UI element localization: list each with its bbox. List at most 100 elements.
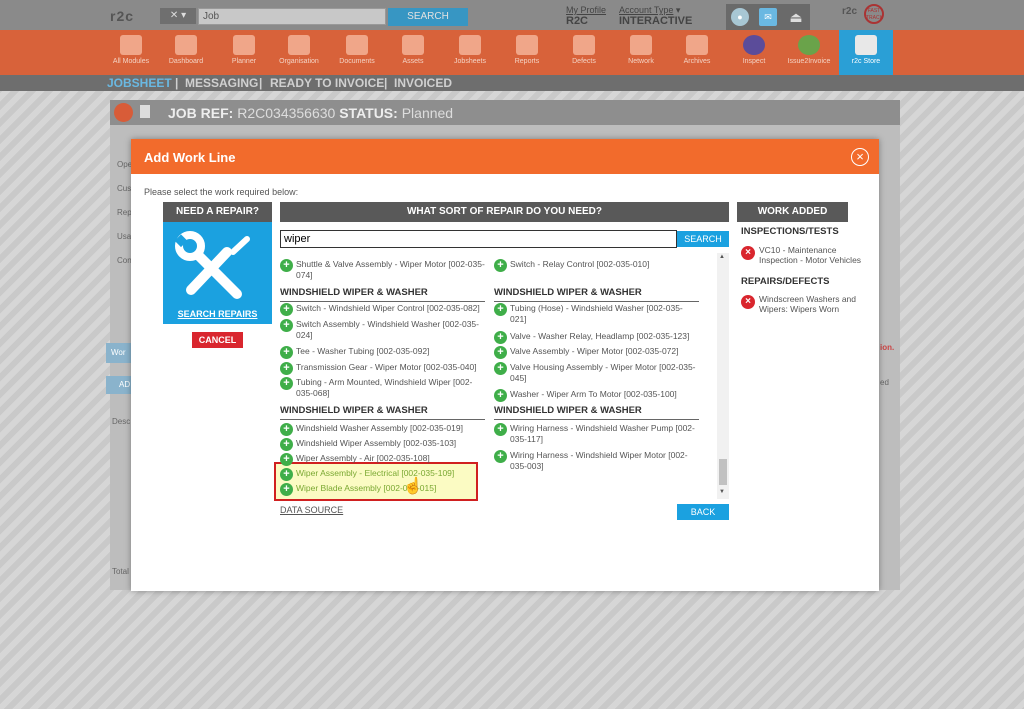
clipboard-icon bbox=[516, 35, 538, 55]
repair-result-item[interactable]: + Shuttle & Valve Assembly - Wiper Motor … bbox=[280, 259, 485, 281]
data-source-link[interactable]: DATA SOURCE bbox=[280, 505, 343, 515]
remove-icon[interactable]: × bbox=[741, 246, 755, 260]
repair-search-button[interactable]: SEARCH bbox=[677, 231, 729, 247]
add-icon[interactable]: + bbox=[494, 346, 507, 359]
fast-track-icon[interactable]: FAST TRACK bbox=[864, 4, 884, 24]
nav-jobsheet[interactable]: JOBSHEET bbox=[107, 75, 172, 91]
module-network[interactable]: Network bbox=[614, 30, 668, 75]
add-icon[interactable]: + bbox=[494, 303, 507, 316]
top-search-button[interactable]: SEARCH bbox=[388, 8, 468, 26]
module-label: Reports bbox=[514, 58, 540, 65]
status-value: Planned bbox=[401, 105, 454, 121]
repair-result-label: Switch - Windshield Wiper Control [002-0… bbox=[296, 303, 480, 313]
nav-invoiced[interactable]: INVOICED bbox=[394, 75, 452, 91]
tools-menu-icon[interactable]: ✕ ▾ bbox=[160, 8, 196, 24]
cancel-button[interactable]: CANCEL bbox=[192, 332, 243, 348]
truck-icon bbox=[402, 35, 424, 55]
repair-result-item[interactable]: + Switch - Windshield Wiper Control [002-… bbox=[280, 303, 485, 316]
module-reports[interactable]: Reports bbox=[500, 30, 554, 75]
results-scrollbar[interactable]: ▲ ▼ bbox=[717, 253, 729, 499]
repair-result-item[interactable]: + Wiper Assembly - Electrical [002-035-10… bbox=[280, 468, 485, 481]
result-section-header: WINDSHIELD WIPER & WASHER bbox=[280, 287, 485, 302]
warning-icon bbox=[573, 35, 595, 55]
repair-result-item[interactable]: + Wiring Harness - Windshield Wiper Motor… bbox=[494, 450, 699, 472]
add-work-line-modal: Add Work Line × Please select the work r… bbox=[131, 139, 879, 591]
repair-result-item[interactable]: + Switch - Relay Control [002-035-010] bbox=[494, 259, 699, 272]
module-all-modules[interactable]: All Modules bbox=[104, 30, 158, 75]
module-dashboard[interactable]: Dashboard bbox=[159, 30, 213, 75]
add-icon[interactable]: + bbox=[494, 389, 507, 402]
account-type-label[interactable]: Account Type bbox=[619, 5, 673, 15]
notification-icon[interactable]: ● bbox=[731, 8, 749, 26]
repair-result-item[interactable]: + Windshield Washer Assembly [002-035-019… bbox=[280, 423, 485, 436]
module-issue2invoice[interactable]: Issue2Invoice bbox=[782, 30, 836, 75]
repair-result-item[interactable]: + Wiper Assembly - Air [002-035-108] bbox=[280, 453, 485, 466]
repair-result-label: Valve Assembly - Wiper Motor [002-035-07… bbox=[510, 346, 679, 356]
add-icon[interactable]: + bbox=[280, 468, 293, 481]
repair-result-item[interactable]: + Tubing - Arm Mounted, Windshield Wiper … bbox=[280, 377, 485, 399]
repair-search-input[interactable]: wiper bbox=[280, 230, 677, 248]
add-icon[interactable]: + bbox=[280, 362, 293, 375]
add-icon[interactable]: + bbox=[494, 450, 507, 463]
add-button[interactable]: AD bbox=[106, 376, 132, 394]
module-planner[interactable]: Planner bbox=[217, 30, 271, 75]
add-icon[interactable]: + bbox=[494, 423, 507, 436]
repair-result-item[interactable]: + Valve Housing Assembly - Wiper Motor [0… bbox=[494, 362, 699, 384]
remove-icon[interactable]: × bbox=[741, 295, 755, 309]
add-icon[interactable]: + bbox=[280, 483, 293, 496]
module-inspect[interactable]: Inspect bbox=[727, 30, 781, 75]
scroll-down-icon[interactable]: ▼ bbox=[719, 489, 725, 495]
repair-result-item[interactable]: + Valve Assembly - Wiper Motor [002-035-0… bbox=[494, 346, 699, 359]
module-documents[interactable]: Documents bbox=[330, 30, 384, 75]
work-lines-tab[interactable]: Wor bbox=[106, 343, 132, 363]
add-icon[interactable]: + bbox=[280, 259, 293, 272]
job-icon bbox=[114, 103, 133, 122]
repair-type-header: WHAT SORT OF REPAIR DO YOU NEED? bbox=[280, 202, 729, 222]
nav-messaging[interactable]: MESSAGING bbox=[185, 75, 258, 91]
add-icon[interactable]: + bbox=[494, 259, 507, 272]
repair-result-item[interactable]: + Washer - Wiper Arm To Motor [002-035-10… bbox=[494, 389, 699, 402]
scroll-thumb[interactable] bbox=[719, 459, 727, 485]
add-icon[interactable]: + bbox=[280, 346, 293, 359]
document-icon bbox=[140, 105, 150, 118]
add-icon[interactable]: + bbox=[494, 362, 507, 375]
back-button[interactable]: BACK bbox=[677, 504, 729, 520]
scroll-up-icon[interactable]: ▲ bbox=[719, 254, 725, 260]
my-profile-label[interactable]: My Profile bbox=[566, 5, 606, 15]
add-icon[interactable]: + bbox=[280, 319, 293, 332]
repair-result-item[interactable]: + Wiper Blade Assembly [002-035-015] bbox=[280, 483, 485, 496]
job-search-input[interactable]: Job bbox=[198, 8, 386, 25]
contact-icon bbox=[630, 35, 652, 55]
result-section-header: WINDSHIELD WIPER & WASHER bbox=[494, 405, 699, 420]
repair-result-item[interactable]: + Tee - Washer Tubing [002-035-092] bbox=[280, 346, 485, 359]
module-r2c-store[interactable]: r2c Store bbox=[839, 30, 893, 75]
logout-icon[interactable]: ⏏ bbox=[787, 8, 805, 26]
account-type[interactable]: Account Type ▾ INTERACTIVE bbox=[619, 5, 692, 27]
module-archives[interactable]: Archives bbox=[670, 30, 724, 75]
my-profile-link[interactable]: My Profile R2C bbox=[566, 5, 606, 27]
add-icon[interactable]: + bbox=[494, 331, 507, 344]
add-icon[interactable]: + bbox=[280, 423, 293, 436]
mail-icon[interactable]: ✉ bbox=[759, 8, 777, 26]
repair-result-label: Valve Housing Assembly - Wiper Motor [00… bbox=[510, 362, 696, 383]
repair-result-item[interactable]: + Tubing (Hose) - Windshield Washer [002-… bbox=[494, 303, 699, 325]
r2c-logo[interactable]: r2c bbox=[110, 8, 134, 24]
add-icon[interactable]: + bbox=[280, 453, 293, 466]
description-header: Desc bbox=[112, 417, 131, 426]
module-assets[interactable]: Assets bbox=[386, 30, 440, 75]
repair-result-item[interactable]: + Wiring Harness - Windshield Washer Pump… bbox=[494, 423, 699, 445]
add-icon[interactable]: + bbox=[280, 303, 293, 316]
module-jobsheets[interactable]: Jobsheets bbox=[443, 30, 497, 75]
add-icon[interactable]: + bbox=[280, 438, 293, 451]
module-organisation[interactable]: Organisation bbox=[272, 30, 326, 75]
add-icon[interactable]: + bbox=[280, 377, 293, 390]
nav-ready-to-invoice[interactable]: READY TO INVOICE bbox=[270, 75, 384, 91]
repair-result-item[interactable]: + Transmission Gear - Wiper Motor [002-03… bbox=[280, 362, 485, 375]
close-icon[interactable]: × bbox=[851, 148, 869, 166]
repair-results-list[interactable]: + Shuttle & Valve Assembly - Wiper Motor … bbox=[280, 253, 729, 499]
module-defects[interactable]: Defects bbox=[557, 30, 611, 75]
search-repairs-link[interactable]: SEARCH REPAIRS bbox=[163, 309, 272, 319]
repair-result-item[interactable]: + Windshield Wiper Assembly [002-035-103] bbox=[280, 438, 485, 451]
repair-result-item[interactable]: + Switch Assembly - Windshield Washer [00… bbox=[280, 319, 485, 341]
repair-result-item[interactable]: + Valve - Washer Relay, Headlamp [002-035… bbox=[494, 331, 699, 344]
